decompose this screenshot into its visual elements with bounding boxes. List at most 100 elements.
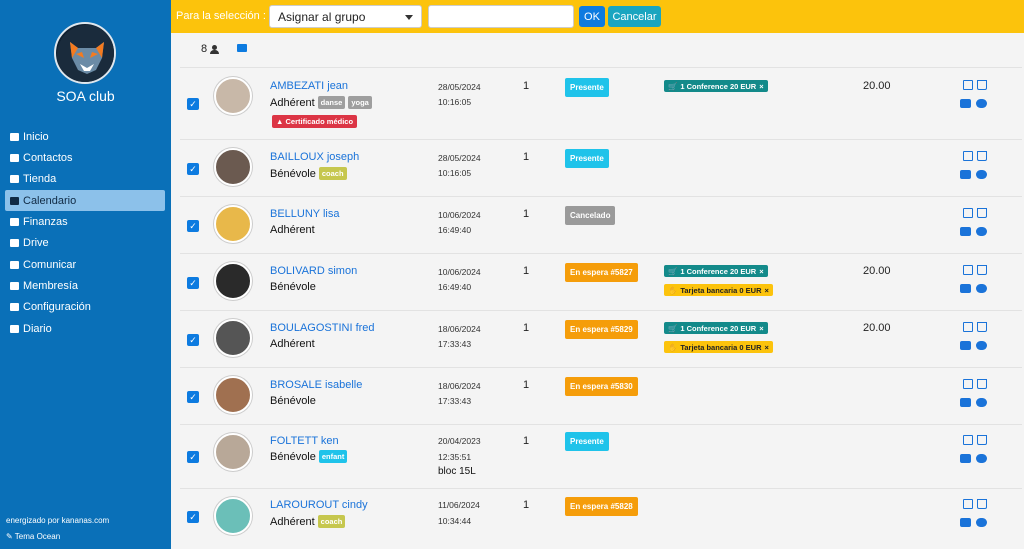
- piggy-bank-icon[interactable]: [976, 170, 987, 179]
- trash-icon[interactable]: [977, 80, 987, 90]
- cancel-button[interactable]: Cancelar: [608, 6, 661, 27]
- avatar[interactable]: [214, 319, 252, 357]
- trash-icon[interactable]: [977, 379, 987, 389]
- avatar[interactable]: [214, 148, 252, 186]
- sidebar-item-diario[interactable]: Diario: [5, 318, 165, 339]
- avatar[interactable]: [214, 497, 252, 535]
- sidebar-item-finanzas[interactable]: Finanzas: [5, 211, 165, 232]
- close-icon[interactable]: ×: [765, 286, 769, 295]
- selection-label: Para la selección :: [176, 10, 266, 22]
- avatar[interactable]: [214, 205, 252, 243]
- trash-icon[interactable]: [977, 322, 987, 332]
- avatar[interactable]: [214, 376, 252, 414]
- theme-label[interactable]: ✎ Tema Ocean: [6, 532, 60, 541]
- registration-note: bloc 15L: [438, 466, 476, 477]
- member-name-link[interactable]: FOLTETT ken: [270, 435, 339, 447]
- avatar[interactable]: [214, 77, 252, 115]
- trash-icon[interactable]: [977, 499, 987, 509]
- sidebar-item-configuracion[interactable]: Configuración: [5, 296, 165, 317]
- powered-by-link[interactable]: energizado por kananas.com: [6, 516, 109, 525]
- avatar[interactable]: [214, 262, 252, 300]
- status-badge: Cancelado: [565, 206, 616, 225]
- row-checkbox[interactable]: ✓: [187, 451, 199, 463]
- trash-icon[interactable]: [977, 208, 987, 218]
- cart-icon[interactable]: [960, 227, 971, 236]
- member-role: Adhérent coach: [270, 515, 346, 528]
- member-name-link[interactable]: LAROUROUT cindy: [270, 499, 368, 511]
- cart-icon[interactable]: [960, 518, 971, 527]
- edit-icon[interactable]: [963, 208, 973, 218]
- store-icon: [8, 174, 20, 184]
- piggy-bank-icon[interactable]: [976, 99, 987, 108]
- row-checkbox[interactable]: ✓: [187, 277, 199, 289]
- piggy-bank-icon[interactable]: [976, 398, 987, 407]
- cart-icon[interactable]: [960, 284, 971, 293]
- row-checkbox[interactable]: ✓: [187, 163, 199, 175]
- piggy-bank-icon[interactable]: [976, 518, 987, 527]
- edit-icon[interactable]: [963, 151, 973, 161]
- registration-date: 20/04/2023: [438, 436, 481, 446]
- sidebar-item-drive[interactable]: Drive: [5, 232, 165, 253]
- action-select-value: Asignar al grupo: [278, 10, 366, 24]
- avatar[interactable]: [214, 433, 252, 471]
- close-icon[interactable]: ×: [759, 267, 763, 276]
- sidebar-item-label: Finanzas: [23, 215, 68, 228]
- member-name-link[interactable]: BAILLOUX joseph: [270, 151, 359, 163]
- quantity: 1: [523, 151, 530, 163]
- piggy-bank-icon[interactable]: [976, 227, 987, 236]
- mail-icon[interactable]: [237, 44, 247, 52]
- registration-date: 10/06/2024: [438, 210, 481, 220]
- cart-icon[interactable]: [960, 454, 971, 463]
- edit-icon[interactable]: [963, 379, 973, 389]
- hard-drive-icon: [8, 238, 20, 248]
- member-name-link[interactable]: BELLUNY lisa: [270, 208, 340, 220]
- row-actions: [963, 208, 987, 218]
- edit-icon[interactable]: [963, 322, 973, 332]
- cart-icon[interactable]: [960, 398, 971, 407]
- registration-time: 10:16:05: [438, 168, 472, 178]
- edit-icon[interactable]: [963, 265, 973, 275]
- sidebar-item-label: Diario: [23, 322, 52, 335]
- close-icon[interactable]: ×: [765, 343, 769, 352]
- status-badge: En espera #5829: [565, 320, 638, 339]
- row-checkbox[interactable]: ✓: [187, 220, 199, 232]
- ok-button[interactable]: OK: [579, 6, 605, 27]
- piggy-bank-icon[interactable]: [976, 454, 987, 463]
- medical-certificate-warning[interactable]: ▲ Certificado médico: [272, 115, 358, 128]
- row-actions-secondary: [960, 99, 987, 108]
- amount: 20.00: [863, 80, 891, 92]
- member-name-link[interactable]: AMBEZATI jean: [270, 80, 348, 92]
- member-name-link[interactable]: BOLIVARD simon: [270, 265, 357, 277]
- edit-icon[interactable]: [963, 80, 973, 90]
- close-icon[interactable]: ×: [759, 324, 763, 333]
- action-select[interactable]: Asignar al grupo: [269, 5, 422, 28]
- trash-icon[interactable]: [977, 265, 987, 275]
- member-name-link[interactable]: BOULAGOSTINI fred: [270, 322, 375, 334]
- table-row: ✓ FOLTETT ken Bénévole enfant 20/04/2023 …: [180, 424, 1022, 488]
- edit-icon[interactable]: [963, 499, 973, 509]
- row-checkbox[interactable]: ✓: [187, 511, 199, 523]
- action-value-input[interactable]: [428, 5, 574, 28]
- trash-icon[interactable]: [977, 151, 987, 161]
- sidebar-item-comunicar[interactable]: Comunicar: [5, 254, 165, 275]
- sidebar-item-tienda[interactable]: Tienda: [5, 168, 165, 189]
- member-name-link[interactable]: BROSALE isabelle: [270, 379, 362, 391]
- row-checkbox[interactable]: ✓: [187, 98, 199, 110]
- sidebar-item-inicio[interactable]: Inicio: [5, 126, 165, 147]
- registration-date: 28/05/2024: [438, 82, 481, 92]
- cart-icon[interactable]: [960, 99, 971, 108]
- cart-icon[interactable]: [960, 170, 971, 179]
- registration-time: 10:34:44: [438, 516, 472, 526]
- warning-icon: ▲: [276, 117, 286, 126]
- edit-icon[interactable]: [963, 435, 973, 445]
- row-checkbox[interactable]: ✓: [187, 334, 199, 346]
- piggy-bank-icon[interactable]: [976, 341, 987, 350]
- sidebar-item-calendario[interactable]: Calendario: [5, 190, 165, 211]
- row-checkbox[interactable]: ✓: [187, 391, 199, 403]
- sidebar-item-contactos[interactable]: Contactos: [5, 147, 165, 168]
- cart-icon[interactable]: [960, 341, 971, 350]
- piggy-bank-icon[interactable]: [976, 284, 987, 293]
- sidebar-item-membresia[interactable]: Membresía: [5, 275, 165, 296]
- trash-icon[interactable]: [977, 435, 987, 445]
- close-icon[interactable]: ×: [759, 82, 763, 91]
